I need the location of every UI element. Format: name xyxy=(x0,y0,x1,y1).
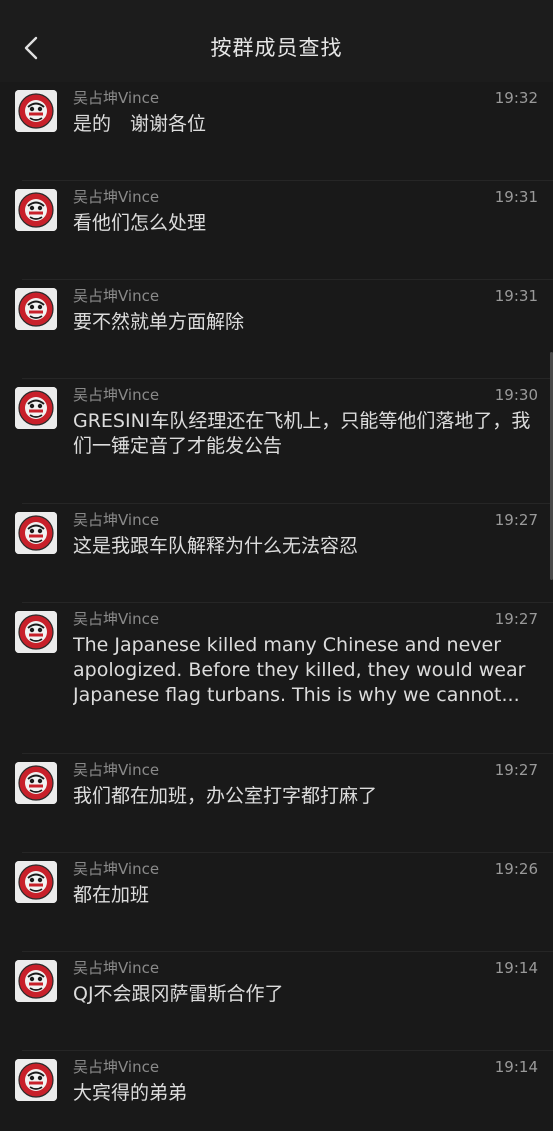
page-title: 按群成员查找 xyxy=(210,36,343,60)
avatar-logo xyxy=(15,90,57,132)
avatar xyxy=(15,1059,57,1101)
message-content: 大宾得的弟弟 xyxy=(73,1082,188,1104)
message-time: 19:27 xyxy=(494,610,538,628)
list-item[interactable]: 吴占坤Vince 19:26 都在加班 xyxy=(0,853,553,952)
avatar xyxy=(15,288,57,330)
sender-name: 吴占坤Vince xyxy=(73,1058,160,1076)
message-content: GRESINI车队经理还在飞机上，只能等他们落地了，我们一锤定音了才能发公告 xyxy=(73,410,531,457)
sender-name: 吴占坤Vince xyxy=(73,610,160,628)
message-content: 我们都在加班，办公室打字都打麻了 xyxy=(73,785,378,807)
message-content: 看他们怎么处理 xyxy=(73,212,207,234)
sender-name: 吴占坤Vince xyxy=(73,761,160,779)
message-list: 吴占坤Vince 19:32 是的 谢谢各位 吴占坤Vince 19:31 看他… xyxy=(0,82,553,1131)
message-time: 19:30 xyxy=(494,386,538,404)
list-item[interactable]: 吴占坤Vince 19:27 我们都在加班，办公室打字都打麻了 xyxy=(0,754,553,853)
avatar-logo xyxy=(15,762,57,804)
avatar xyxy=(15,512,57,554)
avatar-logo xyxy=(15,611,57,653)
message-content: QJ不会跟冈萨雷斯合作了 xyxy=(73,983,284,1005)
avatar-logo xyxy=(15,387,57,429)
list-item[interactable]: 吴占坤Vince 19:27 这是我跟车队解释为什么无法容忍 xyxy=(0,504,553,603)
message-time: 19:31 xyxy=(494,287,538,305)
message-time: 19:31 xyxy=(494,188,538,206)
avatar xyxy=(15,90,57,132)
sender-name: 吴占坤Vince xyxy=(73,860,160,878)
sender-name: 吴占坤Vince xyxy=(73,959,160,977)
list-item[interactable]: 吴占坤Vince 19:31 要不然就单方面解除 xyxy=(0,280,553,379)
nav-bar: 按群成员查找 xyxy=(0,0,553,82)
avatar xyxy=(15,189,57,231)
avatar xyxy=(15,387,57,429)
message-time: 19:14 xyxy=(494,1058,538,1076)
sender-name: 吴占坤Vince xyxy=(73,89,160,107)
sender-name: 吴占坤Vince xyxy=(73,287,160,305)
avatar-logo xyxy=(15,288,57,330)
list-item[interactable]: 吴占坤Vince 19:14 QJ不会跟冈萨雷斯合作了 xyxy=(0,952,553,1051)
message-time: 19:26 xyxy=(494,860,538,878)
message-time: 19:32 xyxy=(494,89,538,107)
avatar-logo xyxy=(15,512,57,554)
avatar xyxy=(15,611,57,653)
sender-name: 吴占坤Vince xyxy=(73,511,160,529)
list-item[interactable]: 吴占坤Vince 19:31 看他们怎么处理 xyxy=(0,181,553,280)
list-item[interactable]: 吴占坤Vince 19:27 The Japanese killed many … xyxy=(0,603,553,754)
message-time: 19:27 xyxy=(494,761,538,779)
avatar xyxy=(15,762,57,804)
list-item[interactable]: 吴占坤Vince 19:32 是的 谢谢各位 xyxy=(0,82,553,181)
avatar xyxy=(15,960,57,1002)
avatar-logo xyxy=(15,1059,57,1101)
message-content: The Japanese killed many Chinese and nev… xyxy=(73,634,526,706)
message-time: 19:27 xyxy=(494,511,538,529)
list-item[interactable]: 吴占坤Vince 19:30 GRESINI车队经理还在飞机上，只能等他们落地了… xyxy=(0,379,553,504)
message-time: 19:14 xyxy=(494,959,538,977)
list-item[interactable]: 吴占坤Vince 19:14 大宾得的弟弟 xyxy=(0,1051,553,1131)
avatar xyxy=(15,861,57,903)
avatar-logo xyxy=(15,189,57,231)
message-content: 是的 谢谢各位 xyxy=(73,113,207,135)
message-content: 要不然就单方面解除 xyxy=(73,311,245,333)
message-content: 这是我跟车队解释为什么无法容忍 xyxy=(73,535,359,557)
avatar-logo xyxy=(15,960,57,1002)
sender-name: 吴占坤Vince xyxy=(73,188,160,206)
sender-name: 吴占坤Vince xyxy=(73,386,160,404)
message-content: 都在加班 xyxy=(73,884,150,906)
avatar-logo xyxy=(15,861,57,903)
